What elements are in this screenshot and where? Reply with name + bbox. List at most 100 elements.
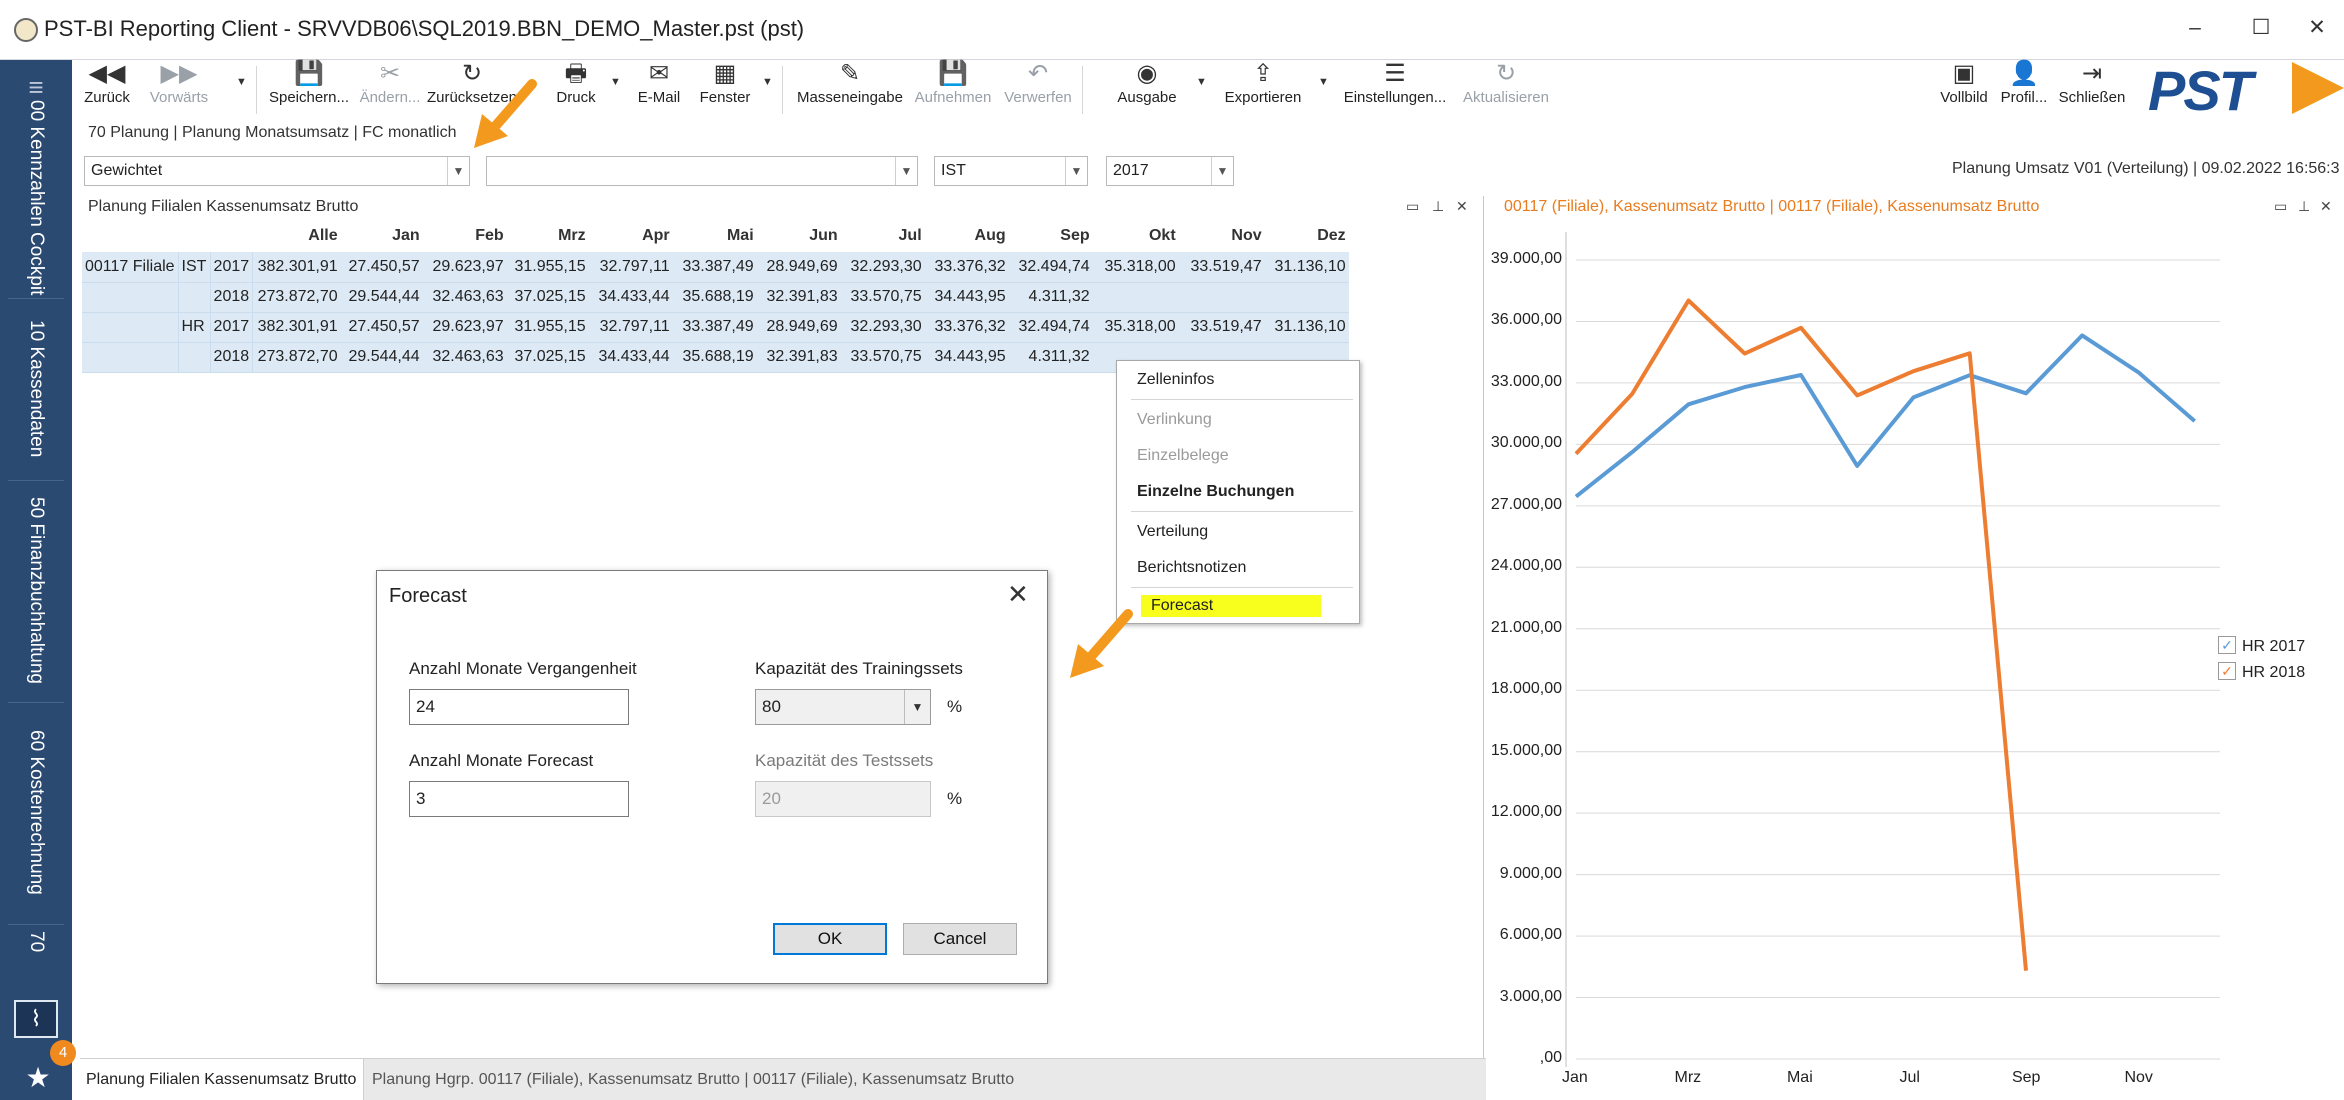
table-cell[interactable]: 2018: [210, 342, 254, 373]
table-cell[interactable]: 382.301,91: [252, 252, 341, 283]
output-dropdown-caret[interactable]: ▼: [1196, 76, 1207, 88]
table-cell[interactable]: 2018: [210, 282, 254, 313]
close-window-button[interactable]: ✕: [2292, 10, 2342, 46]
column-header[interactable]: Jan: [341, 222, 423, 252]
table-cell[interactable]: 32.494,74: [1008, 252, 1093, 283]
ok-button[interactable]: OK: [773, 923, 887, 955]
table-cell[interactable]: 4.311,32: [1008, 282, 1093, 313]
table-cell[interactable]: 32.293,30: [840, 252, 925, 283]
menu-item-zelleninfos[interactable]: Zelleninfos: [1137, 371, 1214, 389]
export-button[interactable]: ⇪ Exportieren: [1218, 60, 1308, 118]
table-cell[interactable]: 32.293,30: [840, 312, 925, 343]
nav-tab-kostenrechnung[interactable]: 60 Kostenrechnung: [8, 702, 64, 922]
nav-tab-kassendaten[interactable]: 10 Kassendaten: [8, 298, 64, 478]
table-cell[interactable]: 273.872,70: [252, 342, 341, 373]
table-cell[interactable]: 31.955,15: [506, 312, 589, 343]
table-cell[interactable]: [82, 282, 179, 313]
type-select[interactable]: IST ▼: [934, 156, 1088, 186]
discard-button[interactable]: ↶ Verwerfen: [1000, 60, 1076, 118]
table-cell[interactable]: 29.623,97: [422, 252, 507, 283]
nav-tab-finanzbuchhaltung[interactable]: 50 Finanzbuchhaltung: [8, 480, 64, 700]
table-cell[interactable]: 2017: [210, 312, 254, 343]
menu-item-berichtsnotizen[interactable]: Berichtsnotizen: [1137, 559, 1246, 577]
activity-icon[interactable]: ⌇: [14, 1000, 58, 1038]
mass-input-button[interactable]: ✎ Masseneingabe: [794, 60, 906, 118]
table-cell[interactable]: 32.391,83: [756, 342, 841, 373]
table-cell[interactable]: 34.443,95: [924, 282, 1009, 313]
table-cell[interactable]: [1178, 282, 1265, 313]
table-cell[interactable]: 34.433,44: [588, 282, 673, 313]
panel-pin-icon[interactable]: ⊥: [1432, 198, 1444, 215]
table-cell[interactable]: 31.136,10: [1264, 312, 1349, 343]
table-cell[interactable]: [1092, 282, 1179, 313]
table-cell[interactable]: 34.433,44: [588, 342, 673, 373]
minimize-button[interactable]: –: [2170, 10, 2220, 46]
print-button[interactable]: 🖶 Druck: [548, 60, 604, 118]
table-cell[interactable]: 29.544,44: [340, 282, 423, 313]
table-row[interactable]: HR 2017 382.301,91 27.450,57 29.623,97 31.955…: [82, 312, 1349, 343]
table-cell[interactable]: 33.387,49: [672, 252, 757, 283]
table-cell[interactable]: 00117 Filiale: [82, 252, 179, 283]
column-header[interactable]: Dez: [1265, 222, 1349, 252]
table-cell[interactable]: 35.688,19: [672, 342, 757, 373]
menu-item-einzelne-buchungen[interactable]: Einzelne Buchungen: [1137, 483, 1294, 501]
nav-tab-kennzahlen-cockpit[interactable]: 00 Kennzahlen Cockpit: [8, 100, 64, 296]
menu-item-forecast[interactable]: Forecast: [1141, 595, 1321, 617]
table-cell[interactable]: 27.450,57: [340, 312, 423, 343]
table-cell[interactable]: 34.443,95: [924, 342, 1009, 373]
table-cell[interactable]: 28.949,69: [756, 312, 841, 343]
table-cell[interactable]: IST: [178, 252, 211, 283]
table-cell[interactable]: 32.463,63: [422, 342, 507, 373]
history-dropdown-caret[interactable]: ▼: [236, 76, 247, 88]
tab-planung-hgrp[interactable]: Planung Hgrp. 00117 (Filiale), Kassenums…: [364, 1059, 1486, 1100]
column-header[interactable]: Mrz: [507, 222, 589, 252]
table-cell[interactable]: 382.301,91: [252, 312, 341, 343]
table-row[interactable]: 00117 Filiale IST 2017 382.301,91 27.450,57 2…: [82, 252, 1349, 283]
table-cell[interactable]: 273.872,70: [252, 282, 341, 313]
nav-tab-planung[interactable]: 70: [8, 924, 64, 994]
column-header[interactable]: Jul: [841, 222, 925, 252]
table-cell[interactable]: 32.391,83: [756, 282, 841, 313]
table-cell[interactable]: 33.376,32: [924, 252, 1009, 283]
weighting-select[interactable]: Gewichtet ▼: [84, 156, 470, 186]
table-cell[interactable]: 32.463,63: [422, 282, 507, 313]
table-cell[interactable]: 2017: [210, 252, 254, 283]
forward-button[interactable]: ▶▶ Vorwärts: [142, 60, 216, 118]
column-header[interactable]: Nov: [1179, 222, 1265, 252]
panel-close-icon[interactable]: ✕: [2320, 198, 2332, 215]
table-cell[interactable]: 28.949,69: [756, 252, 841, 283]
table-cell[interactable]: 33.376,32: [924, 312, 1009, 343]
save-button[interactable]: 💾 Speichern...: [268, 60, 350, 118]
checkbox-checked-icon[interactable]: ✓: [2218, 636, 2236, 654]
column-header[interactable]: Sep: [1009, 222, 1093, 252]
table-cell[interactable]: 33.519,47: [1178, 312, 1265, 343]
profile-button[interactable]: 👤 Profil...: [1996, 60, 2052, 118]
table-cell[interactable]: 4.311,32: [1008, 342, 1093, 373]
record-button[interactable]: 💾 Aufnehmen: [912, 60, 994, 118]
table-cell[interactable]: 33.519,47: [1178, 252, 1265, 283]
print-dropdown-caret[interactable]: ▼: [610, 76, 621, 88]
output-button[interactable]: ◉ Ausgabe: [1114, 60, 1180, 118]
table-cell[interactable]: 29.623,97: [422, 312, 507, 343]
window-button[interactable]: ▦ Fenster: [694, 60, 756, 118]
table-cell[interactable]: 37.025,15: [506, 282, 589, 313]
hamburger-menu-icon[interactable]: ≡: [20, 74, 52, 100]
menu-item-verteilung[interactable]: Verteilung: [1137, 523, 1208, 541]
table-cell[interactable]: 35.318,00: [1092, 312, 1179, 343]
table-cell[interactable]: 27.450,57: [340, 252, 423, 283]
change-button[interactable]: ✂ Ändern...: [356, 60, 424, 118]
export-dropdown-caret[interactable]: ▼: [1318, 76, 1329, 88]
window-dropdown-caret[interactable]: ▼: [762, 76, 773, 88]
menu-item-einzelbelege[interactable]: Einzelbelege: [1137, 447, 1229, 465]
panel-maximize-icon[interactable]: ▭: [1406, 198, 1419, 215]
table-cell[interactable]: 32.494,74: [1008, 312, 1093, 343]
months-forecast-input[interactable]: 3: [409, 781, 629, 817]
cancel-button[interactable]: Cancel: [903, 923, 1017, 955]
column-header[interactable]: Mai: [673, 222, 757, 252]
panel-maximize-icon[interactable]: ▭: [2274, 198, 2287, 215]
table-cell[interactable]: [82, 312, 179, 343]
column-header[interactable]: Okt: [1093, 222, 1179, 252]
column-header[interactable]: Feb: [423, 222, 507, 252]
panel-pin-icon[interactable]: ⊥: [2298, 198, 2310, 215]
table-cell[interactable]: 35.318,00: [1092, 252, 1179, 283]
